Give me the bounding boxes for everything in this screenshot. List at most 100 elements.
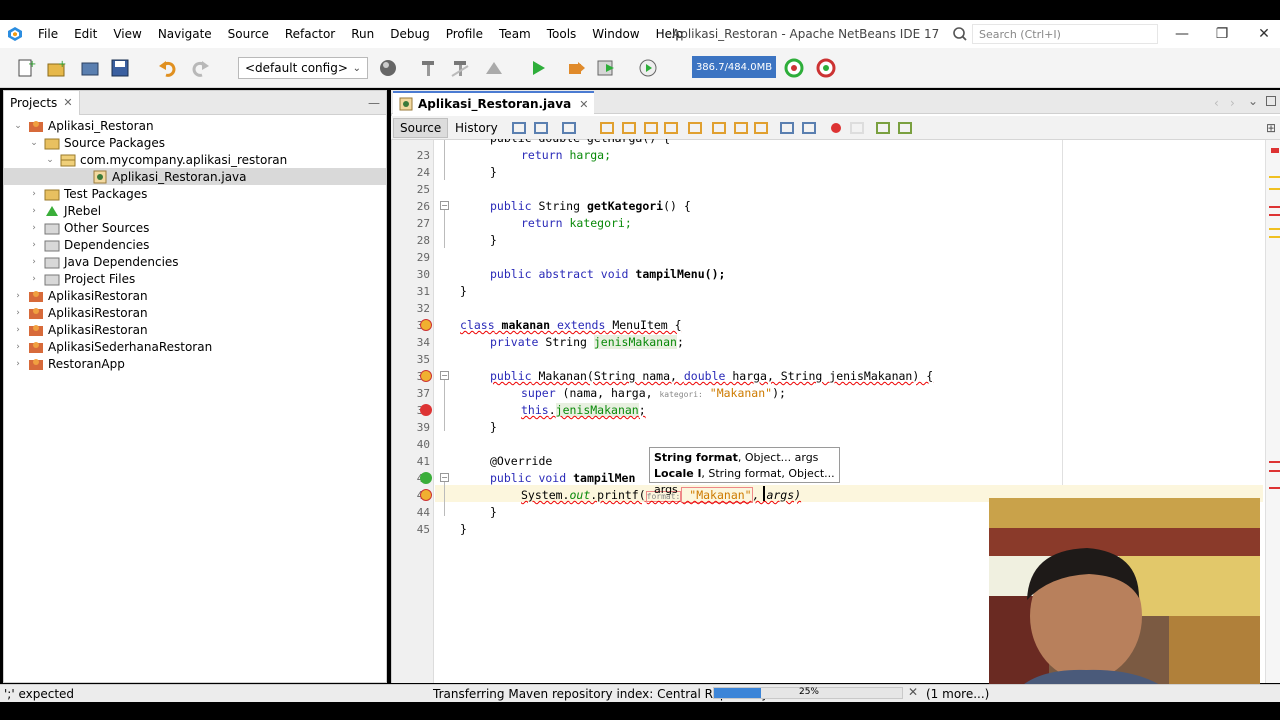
maximize-icon[interactable] [1266, 96, 1276, 106]
code-line-28[interactable]: } [490, 232, 497, 249]
hammer-build-icon[interactable] [416, 56, 440, 80]
forward-icon[interactable] [561, 120, 577, 136]
record-macro-icon[interactable] [828, 120, 844, 136]
error-mark[interactable] [1269, 470, 1280, 472]
tree-item[interactable]: ⌄ com.mycompany.aplikasi_restoran [44, 151, 287, 168]
comment-icon[interactable] [875, 120, 891, 136]
warning-mark[interactable] [1269, 236, 1280, 238]
code-line-37[interactable]: super (nama, harga, kategori: "Makanan")… [521, 385, 786, 402]
menu-team[interactable]: Team [491, 20, 539, 48]
expand-toggle-icon[interactable]: › [28, 274, 40, 284]
gc-icon[interactable] [782, 56, 806, 80]
error-mark[interactable] [1269, 487, 1280, 489]
code-line-33[interactable]: class makanan extends MenuItem { [460, 317, 682, 334]
menu-navigate[interactable]: Navigate [150, 20, 220, 48]
error-hint-icon[interactable] [420, 370, 432, 382]
tree-item[interactable]: ⌄ Source Packages [28, 134, 165, 151]
menu-tools[interactable]: Tools [539, 20, 585, 48]
find-icon[interactable] [599, 120, 615, 136]
expand-toggle-icon[interactable]: › [12, 342, 24, 352]
expand-toggle-icon[interactable]: › [12, 325, 24, 335]
stop-macro-icon[interactable] [849, 120, 865, 136]
uncomment-icon[interactable] [897, 120, 913, 136]
warning-mark[interactable] [1269, 228, 1280, 230]
error-hint-icon[interactable] [420, 319, 432, 331]
last-edit-icon[interactable] [511, 120, 527, 136]
restore-button[interactable]: ❐ [1202, 20, 1242, 48]
code-line-34[interactable]: private String jenisMakanan; [490, 334, 684, 351]
menu-profile[interactable]: Profile [438, 20, 491, 48]
tree-item[interactable]: › AplikasiRestoran [12, 304, 147, 321]
code-line-38[interactable]: this.jenisMakanan; [521, 402, 646, 419]
undo-icon[interactable] [156, 56, 180, 80]
tree-item[interactable]: ⌄ Aplikasi_Restoran [12, 117, 153, 134]
minimize-panel-icon[interactable]: — [368, 96, 380, 110]
error-hint-icon[interactable] [420, 489, 432, 501]
shift-right-icon[interactable] [801, 120, 817, 136]
menu-view[interactable]: View [105, 20, 149, 48]
source-button[interactable]: Source [393, 118, 449, 138]
error-mark[interactable] [1269, 206, 1280, 208]
expand-toggle-icon[interactable]: ⌄ [12, 121, 24, 131]
tree-item[interactable]: › RestoranApp [12, 355, 125, 372]
override-icon[interactable] [420, 472, 432, 484]
warning-mark[interactable] [1269, 188, 1280, 190]
search-input[interactable]: Search (Ctrl+I) [972, 24, 1158, 44]
menu-refactor[interactable]: Refactor [277, 20, 343, 48]
save-all-icon[interactable] [108, 56, 132, 80]
tree-item[interactable]: › Dependencies [28, 236, 149, 253]
toggle-bookmark-icon[interactable] [753, 120, 769, 136]
error-mark[interactable] [1271, 148, 1279, 153]
error-stripe[interactable] [1265, 140, 1280, 683]
expand-toggle-icon[interactable]: › [12, 291, 24, 301]
close-icon[interactable]: ✕ [63, 96, 72, 109]
code-line-45[interactable]: } [460, 521, 467, 538]
config-dropdown[interactable]: <default config> ⌄ [238, 57, 368, 79]
find-next-icon[interactable] [643, 120, 659, 136]
redo-icon[interactable] [188, 56, 212, 80]
expand-toggle-icon[interactable]: ⌄ [44, 155, 56, 165]
code-line-30[interactable]: public abstract void tampilMenu(); [490, 266, 725, 283]
find-prev-icon[interactable] [621, 120, 637, 136]
code-line-23[interactable]: return harga; [521, 147, 611, 164]
tree-item[interactable]: › Test Packages [28, 185, 147, 202]
history-button[interactable]: History [449, 118, 504, 138]
shift-left-icon[interactable] [779, 120, 795, 136]
menu-run[interactable]: Run [343, 20, 382, 48]
fold-toggle-icon[interactable]: − [440, 371, 449, 380]
jrebel-toolbar-icon[interactable] [814, 56, 838, 80]
tree-item[interactable]: › Project Files [28, 270, 135, 287]
back-icon[interactable] [533, 120, 549, 136]
tree-item[interactable]: › AplikasiRestoran [12, 287, 147, 304]
open-project-icon[interactable] [78, 56, 102, 80]
expand-toggle-icon[interactable]: › [28, 257, 40, 267]
tree-item[interactable]: › AplikasiSederhanaRestoran [12, 338, 212, 355]
tree-item[interactable]: Aplikasi_Restoran.java [4, 168, 386, 185]
tab-scroll-right-icon[interactable]: › [1230, 96, 1235, 110]
profile-icon[interactable] [594, 56, 618, 80]
tab-list-icon[interactable]: ⌄ [1248, 94, 1258, 108]
expand-toggle-icon[interactable]: › [28, 223, 40, 233]
tab-scroll-left-icon[interactable]: ‹ [1214, 96, 1219, 110]
debug-icon[interactable] [564, 56, 588, 80]
error-icon[interactable] [420, 404, 432, 416]
expand-toggle-icon[interactable]: › [12, 359, 24, 369]
memory-indicator[interactable]: 386.7/484.0MB [692, 56, 776, 78]
fold-toggle-icon[interactable]: − [440, 201, 449, 210]
code-line-26[interactable]: public String getKategori() { [490, 198, 691, 215]
error-mark[interactable] [1269, 461, 1280, 463]
expand-toggle-icon[interactable]: ⌄ [28, 138, 40, 148]
expand-toggle-icon[interactable]: › [12, 308, 24, 318]
code-line-24[interactable]: } [490, 164, 497, 181]
code-line-44[interactable]: } [490, 504, 497, 521]
prev-bookmark-icon[interactable] [711, 120, 727, 136]
expand-toggle-icon[interactable]: › [28, 189, 40, 199]
split-editor-icon[interactable]: ⊞ [1266, 121, 1276, 135]
code-line-27[interactable]: return kategori; [521, 215, 632, 232]
tree-item[interactable]: › Java Dependencies [28, 253, 178, 270]
cancel-task-icon[interactable]: ✕ [908, 685, 918, 699]
toggle-rect-select-icon[interactable] [687, 120, 703, 136]
warning-mark[interactable] [1269, 176, 1280, 178]
close-icon[interactable]: ✕ [579, 98, 588, 111]
toggle-highlight-icon[interactable] [663, 120, 679, 136]
